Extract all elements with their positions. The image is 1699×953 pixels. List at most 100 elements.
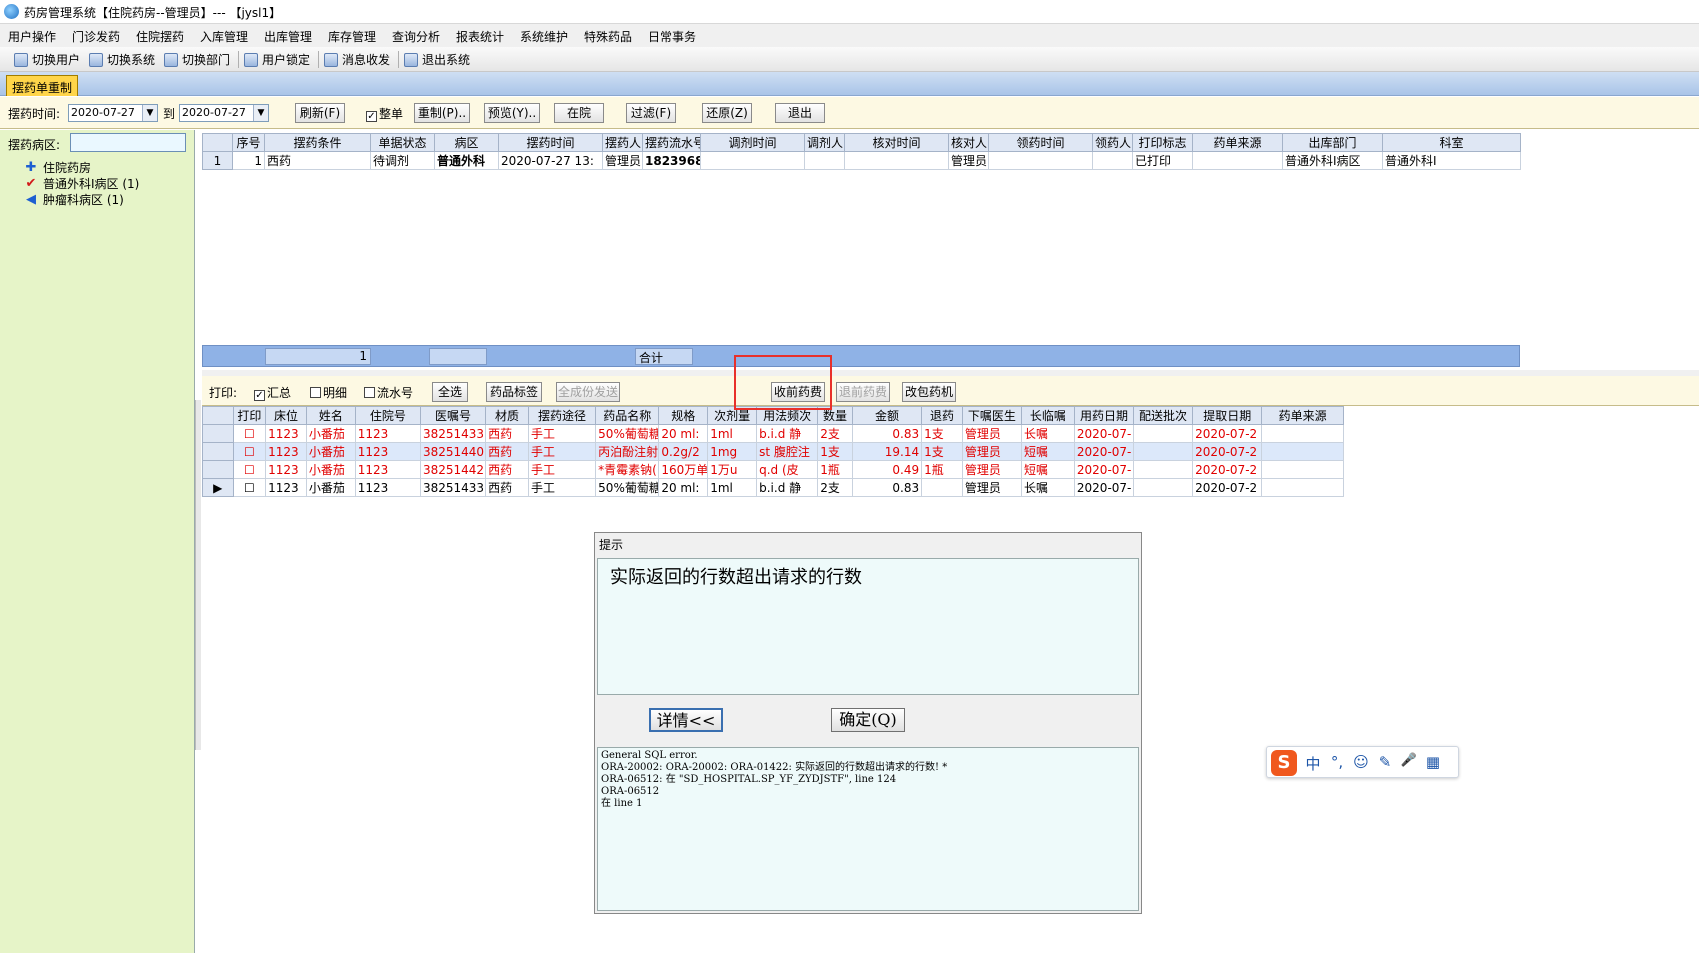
dialog-details-text[interactable]: General SQL error. ORA-20002: ORA-20002:… (597, 747, 1139, 911)
table-cell[interactable]: 1mg (707, 442, 758, 461)
microphone-icon[interactable]: 🎤 (1399, 753, 1419, 768)
menu-stock-in[interactable]: 入库管理 (200, 28, 248, 45)
summary-checkbox[interactable]: ✓ 汇总 (254, 384, 291, 401)
table-cell[interactable] (988, 151, 1093, 170)
exit-system-button[interactable]: 退出系统 (404, 50, 470, 69)
menu-user-ops[interactable]: 用户操作 (8, 28, 56, 45)
table-row[interactable]: ▶ ☐ 1123 小番茄 1123 38251433 西药 手工 50%葡萄糖(20 ml: 1m… (202, 478, 1344, 497)
column-header[interactable]: 提取日期 (1192, 406, 1263, 425)
menu-outpatient[interactable]: 门诊发药 (72, 28, 120, 45)
table-row[interactable]: 1 1 西药 待调剂 普通外科 2020-07-27 13: 管理员 18239… (202, 151, 1521, 170)
column-header[interactable]: 摆药途径 (527, 406, 597, 425)
chinese-mode-icon[interactable]: 中 (1303, 753, 1323, 774)
refund-fee-button[interactable]: 退前药费 (836, 382, 890, 402)
column-header[interactable]: 科室 (1382, 133, 1521, 152)
table-cell[interactable]: 1ml (707, 424, 758, 443)
table-cell[interactable]: 管理员 (602, 151, 643, 170)
column-header[interactable]: 下嘱医生 (961, 406, 1022, 425)
table-cell[interactable]: 西药 (485, 460, 529, 479)
table-cell[interactable]: 管理员 (961, 442, 1022, 461)
table-cell[interactable]: 普通外科 (434, 151, 499, 170)
table-cell[interactable]: 西药 (485, 478, 529, 497)
table-cell[interactable]: 普通外科Ⅰ (1382, 151, 1521, 170)
column-header[interactable]: 用药日期 (1073, 406, 1134, 425)
print-checkbox[interactable]: ☐ (232, 478, 267, 497)
lock-user-button[interactable]: 用户锁定 (244, 50, 310, 69)
table-cell[interactable]: 2020-07-2 (1192, 442, 1263, 461)
table-cell[interactable] (804, 151, 845, 170)
punctuation-icon[interactable]: °, (1327, 753, 1347, 771)
emoji-icon[interactable]: ☺ (1351, 753, 1371, 771)
table-cell[interactable]: 1万u (707, 460, 758, 479)
table-cell[interactable]: 小番茄 (305, 460, 356, 479)
table-cell[interactable]: 1支 (817, 442, 853, 461)
menu-reports[interactable]: 报表统计 (456, 28, 504, 45)
table-cell[interactable] (1261, 478, 1344, 497)
grid-menu-icon[interactable]: ▦ (1423, 753, 1443, 771)
table-cell[interactable]: 1 (232, 151, 265, 170)
refresh-button[interactable]: 刷新(F) (295, 103, 345, 123)
table-cell[interactable] (1132, 478, 1194, 497)
table-cell[interactable]: 38251433 (419, 424, 487, 443)
column-header[interactable]: 材质 (485, 406, 529, 425)
pack-machine-button[interactable]: 改包药机 (902, 382, 956, 402)
table-cell[interactable]: 待调剂 (370, 151, 435, 170)
table-cell[interactable]: 2020-07- (1073, 442, 1134, 461)
column-header[interactable]: 摆药人 (602, 133, 643, 152)
table-cell[interactable]: 1123 (354, 442, 421, 461)
menu-stock-out[interactable]: 出库管理 (264, 28, 312, 45)
table-cell[interactable]: 0.2g/2 (658, 442, 709, 461)
table-cell[interactable] (844, 151, 949, 170)
table-cell[interactable]: 1瓶 (817, 460, 853, 479)
table-cell[interactable]: 西药 (485, 424, 529, 443)
column-header[interactable]: 姓名 (305, 406, 356, 425)
table-cell[interactable] (1261, 442, 1344, 461)
table-cell[interactable]: 丙泊酚注射液 (595, 442, 660, 461)
chevron-down-icon[interactable]: ▼ (142, 105, 157, 121)
table-cell[interactable]: 西药 (485, 442, 529, 461)
preview-button[interactable]: 预览(Y).. (484, 103, 540, 123)
menu-daily[interactable]: 日常事务 (648, 28, 696, 45)
table-cell[interactable]: 38251433 (419, 478, 487, 497)
switch-user-button[interactable]: 切换用户 (14, 50, 80, 69)
detail-checkbox[interactable]: 明细 (310, 384, 347, 401)
table-cell[interactable]: 长嘱 (1020, 478, 1075, 497)
table-cell[interactable]: 普通外科Ⅰ病区 (1282, 151, 1383, 170)
column-header[interactable]: 退药 (921, 406, 963, 425)
table-cell[interactable]: 2020-07-2 (1192, 460, 1263, 479)
table-row[interactable]: ☐1123小番茄112338251440西药手工丙泊酚注射液0.2g/21mgs… (202, 442, 1344, 461)
drug-label-button[interactable]: 药品标签 (486, 382, 542, 402)
menu-inventory[interactable]: 库存管理 (328, 28, 376, 45)
column-header[interactable]: 调剂人 (804, 133, 845, 152)
table-cell[interactable]: 长嘱 (1020, 424, 1075, 443)
table-cell[interactable]: 160万单 (658, 460, 709, 479)
menu-inpatient[interactable]: 住院摆药 (136, 28, 184, 45)
table-cell[interactable]: 1123 (354, 424, 421, 443)
table-cell[interactable]: 38251440 (419, 442, 487, 461)
table-cell[interactable]: q.d (皮 (756, 460, 819, 479)
table-cell[interactable]: 小番茄 (305, 442, 356, 461)
tab-remake-dispense[interactable]: 摆药单重制 (6, 75, 78, 96)
messages-button[interactable]: 消息收发 (324, 50, 390, 69)
table-cell[interactable]: 19.14 (851, 442, 923, 461)
table-cell[interactable]: 2020-07- (1073, 478, 1134, 497)
table-cell[interactable]: 1123 (265, 460, 307, 479)
pen-icon[interactable]: ✎ (1375, 753, 1395, 771)
column-header[interactable]: 核对时间 (844, 133, 949, 152)
table-cell[interactable] (1132, 442, 1194, 461)
table-row[interactable]: ☐ 1123 小番茄 1123 38251433 西药 手工 50%葡萄糖(20 ml: 1ml… (202, 424, 1344, 443)
table-cell[interactable]: 手工 (527, 460, 597, 479)
table-cell[interactable]: 1123 (265, 478, 307, 497)
table-cell[interactable]: 手工 (527, 442, 597, 461)
table-cell[interactable]: 西药 (264, 151, 371, 170)
table-cell[interactable]: 2支 (817, 478, 853, 497)
in-hospital-button[interactable]: 在院 (554, 103, 604, 123)
print-checkbox[interactable]: ☐ (232, 442, 267, 461)
table-cell[interactable]: 50%葡萄糖( (595, 478, 660, 497)
select-all-button[interactable]: 全选 (432, 382, 468, 402)
table-cell[interactable] (1132, 460, 1194, 479)
table-cell[interactable] (700, 151, 805, 170)
table-cell[interactable]: 2020-07-2 (1192, 424, 1263, 443)
table-cell[interactable]: 小番茄 (305, 478, 356, 497)
tree-node-oncology-ward[interactable]: ◀ 肿瘤科病区 (1) (24, 191, 124, 208)
